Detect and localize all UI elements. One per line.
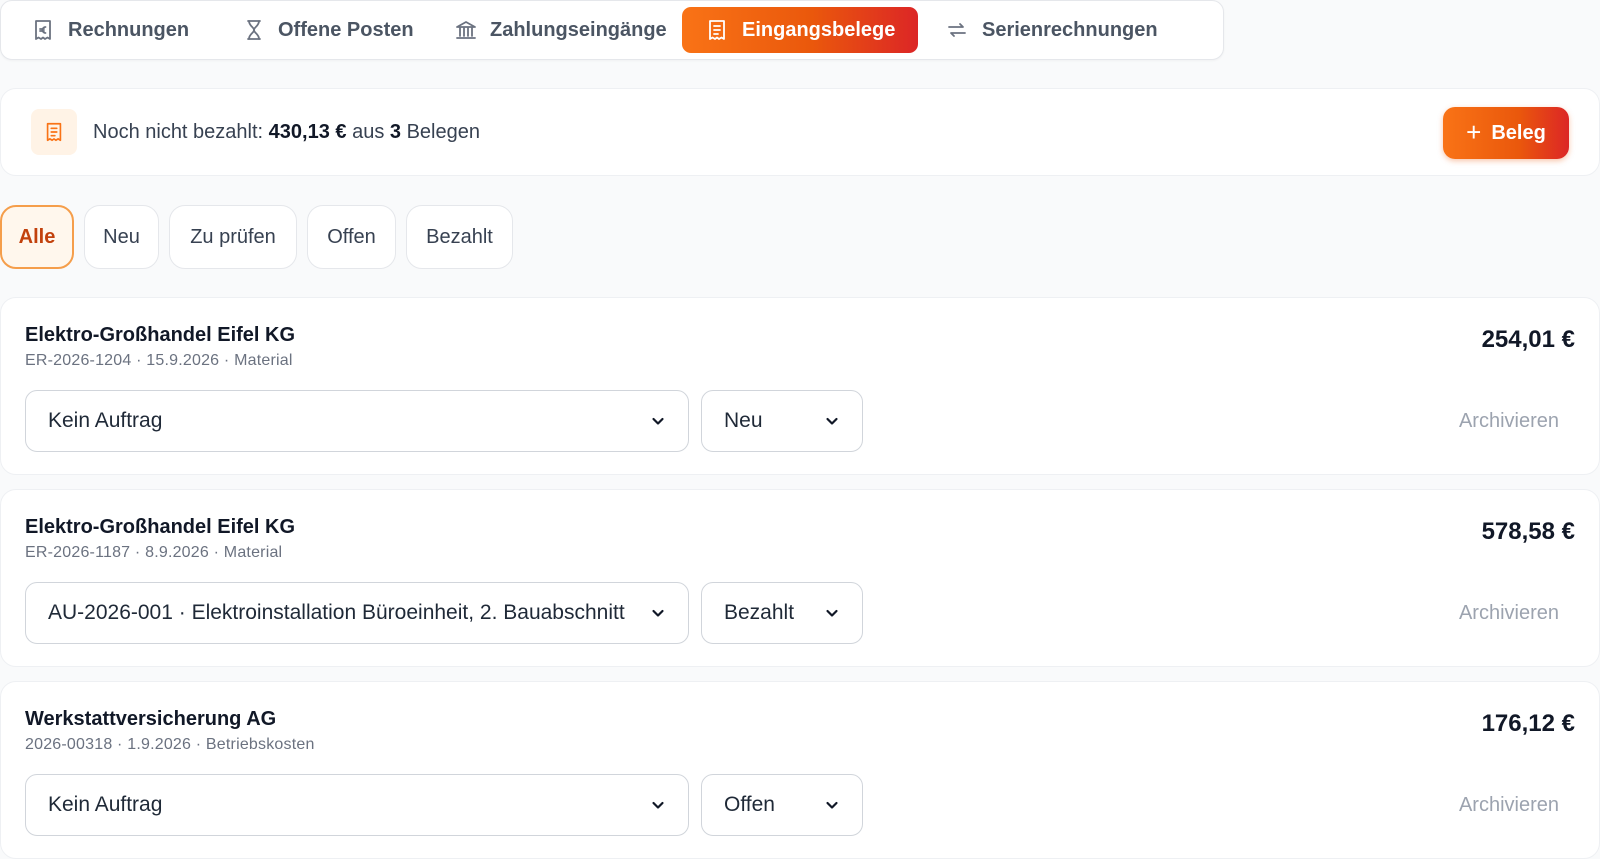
chevron-down-icon: [652, 801, 664, 809]
chevron-down-icon: [652, 609, 664, 617]
summary-suffix: Belegen: [406, 120, 480, 143]
filter-bezahlt[interactable]: Bezahlt: [406, 205, 513, 269]
add-receipt-label: Beleg: [1491, 121, 1546, 144]
add-receipt-button[interactable]: + Beleg: [1443, 107, 1569, 159]
receipt-meta: ER-2026-1204 · 15.9.2026 · Material: [25, 352, 293, 369]
status-select[interactable]: Neu: [701, 390, 863, 452]
tab-rechnungen[interactable]: Rechnungen: [8, 7, 216, 53]
unpaid-summary-text: Noch nicht bezahlt: 430,13 € aus 3 Beleg…: [93, 121, 480, 144]
tab-eingangsbelege[interactable]: Eingangsbelege: [682, 7, 918, 53]
archive-button[interactable]: Archivieren: [1459, 794, 1559, 817]
chevron-down-icon: [826, 417, 838, 425]
archive-button[interactable]: Archivieren: [1459, 410, 1559, 433]
receipt-card: Werkstattversicherung AG 2026-00318 · 1.…: [0, 681, 1600, 859]
order-select-value: AU-2026-001 · Elektroinstallation Büroei…: [48, 601, 625, 624]
receipt-amount: 578,58 €: [1481, 518, 1575, 545]
receipt-card: Elektro-Großhandel Eifel KG ER-2026-1187…: [0, 489, 1600, 667]
filter-zu-pruefen[interactable]: Zu prüfen: [169, 205, 297, 269]
euro-receipt-icon: [30, 17, 56, 43]
receipt-amount: 254,01 €: [1481, 326, 1575, 353]
status-select[interactable]: Offen: [701, 774, 863, 836]
tab-serienrechnungen[interactable]: Serienrechnungen: [922, 7, 1190, 53]
order-select[interactable]: Kein Auftrag: [25, 390, 689, 452]
status-select-value: Bezahlt: [724, 601, 795, 624]
repeat-icon: [944, 17, 970, 43]
vendor-name: Elektro-Großhandel Eifel KG: [25, 516, 296, 538]
receipt-icon: [704, 17, 730, 43]
filter-alle[interactable]: Alle: [0, 205, 74, 269]
filter-neu[interactable]: Neu: [84, 205, 159, 269]
vendor-name: Elektro-Großhandel Eifel KG: [25, 324, 296, 346]
tab-label: Zahlungseingänge: [490, 18, 667, 41]
order-select-value: Kein Auftrag: [48, 793, 163, 816]
receipt-amount: 176,12 €: [1481, 710, 1575, 737]
tab-label: Offene Posten: [278, 18, 414, 41]
archive-button[interactable]: Archivieren: [1459, 602, 1559, 625]
receipt-icon: [31, 109, 77, 155]
tab-label: Eingangsbelege: [742, 18, 896, 41]
unpaid-amount: 430,13 €: [268, 120, 347, 143]
chevron-down-icon: [826, 609, 838, 617]
chevron-down-icon: [826, 801, 838, 809]
summary-mid: aus: [352, 120, 385, 143]
status-select-value: Neu: [724, 409, 763, 432]
hourglass-icon: [242, 17, 266, 43]
status-select[interactable]: Bezahlt: [701, 582, 863, 644]
receipt-meta: 2026-00318 · 1.9.2026 · Betriebskosten: [25, 736, 315, 753]
order-select-value: Kein Auftrag: [48, 409, 163, 432]
order-select[interactable]: Kein Auftrag: [25, 774, 689, 836]
receipt-card: Elektro-Großhandel Eifel KG ER-2026-1204…: [0, 297, 1600, 475]
receipt-meta: ER-2026-1187 · 8.9.2026 · Material: [25, 544, 283, 561]
status-select-value: Offen: [724, 793, 775, 816]
tab-label: Rechnungen: [68, 18, 190, 41]
tab-label: Serienrechnungen: [982, 18, 1158, 41]
summary-prefix: Noch nicht bezahlt:: [93, 120, 264, 143]
chevron-down-icon: [652, 417, 664, 425]
status-filter-bar: Alle Neu Zu prüfen Offen Bezahlt: [0, 205, 513, 269]
order-select[interactable]: AU-2026-001 · Elektroinstallation Büroei…: [25, 582, 689, 644]
unpaid-summary-card: Noch nicht bezahlt: 430,13 € aus 3 Beleg…: [0, 88, 1600, 176]
receipt-count: 3: [389, 120, 402, 143]
vendor-name: Werkstattversicherung AG: [25, 708, 277, 730]
filter-offen[interactable]: Offen: [307, 205, 396, 269]
tab-zahlungseingaenge[interactable]: Zahlungseingänge: [432, 7, 678, 53]
module-tabbar: Rechnungen Offene Posten Zahlungseingäng…: [0, 0, 1224, 60]
bank-icon: [454, 17, 478, 43]
plus-icon: +: [1466, 117, 1482, 147]
tab-offene-posten[interactable]: Offene Posten: [220, 7, 428, 53]
